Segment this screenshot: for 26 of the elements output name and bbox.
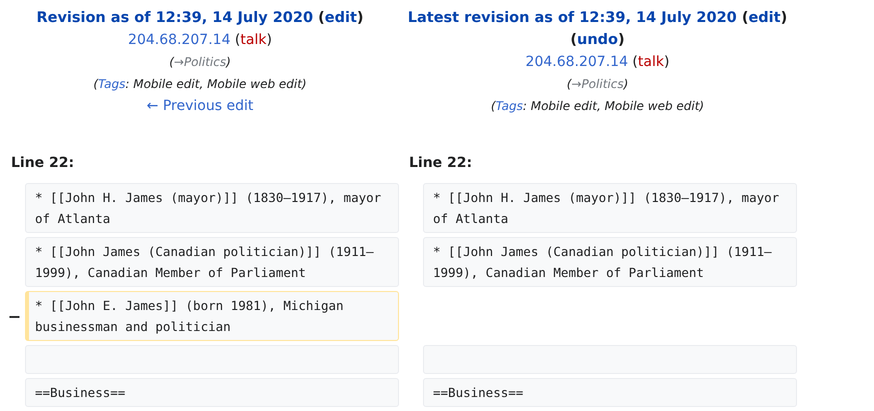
text-link[interactable]: Tags	[496, 99, 523, 113]
text-link[interactable]: edit	[748, 10, 781, 26]
deleted-marker: −	[6, 306, 22, 326]
user-line: 204.68.207.14 (talk)	[524, 53, 670, 72]
tags-line: (Tags: Mobile edit, Mobile web edit)	[92, 76, 308, 93]
text-link[interactable]: 204.68.207.14	[526, 54, 628, 70]
previous-edit-link[interactable]: ← Previous edit	[146, 98, 254, 114]
text-link[interactable]: Tags	[98, 77, 126, 91]
text-link[interactable]: 204.68.207.14	[128, 32, 230, 48]
talk-link[interactable]: talk	[638, 54, 664, 70]
text-link[interactable]: undo	[577, 32, 618, 48]
line-number-heading: Line 22:	[408, 155, 474, 173]
text-link[interactable]: Revision as of 12:39, 14 July 2020	[36, 10, 314, 26]
text-link[interactable]: Latest revision as of 12:39, 14 July 2020	[408, 10, 737, 26]
talk-link[interactable]: talk	[240, 32, 266, 48]
tags-line: (Tags: Mobile edit, Mobile web edit)	[490, 98, 706, 115]
section-link[interactable]: →Politics	[174, 55, 226, 69]
line-number-heading: Line 22:	[10, 155, 76, 173]
revision-heading: Revision as of 12:39, 14 July 2020 (edit)	[35, 9, 365, 28]
edit-summary: (→Politics)	[168, 54, 232, 71]
section-link[interactable]: →Politics	[571, 77, 624, 91]
revision-heading: Latest revision as of 12:39, 14 July 2020 (edit)	[406, 9, 788, 28]
revision-heading: (undo)	[569, 31, 626, 50]
edit-summary: (→Politics)	[566, 76, 630, 93]
text-link[interactable]: edit	[324, 10, 357, 26]
user-line: 204.68.207.14 (talk)	[127, 31, 273, 50]
